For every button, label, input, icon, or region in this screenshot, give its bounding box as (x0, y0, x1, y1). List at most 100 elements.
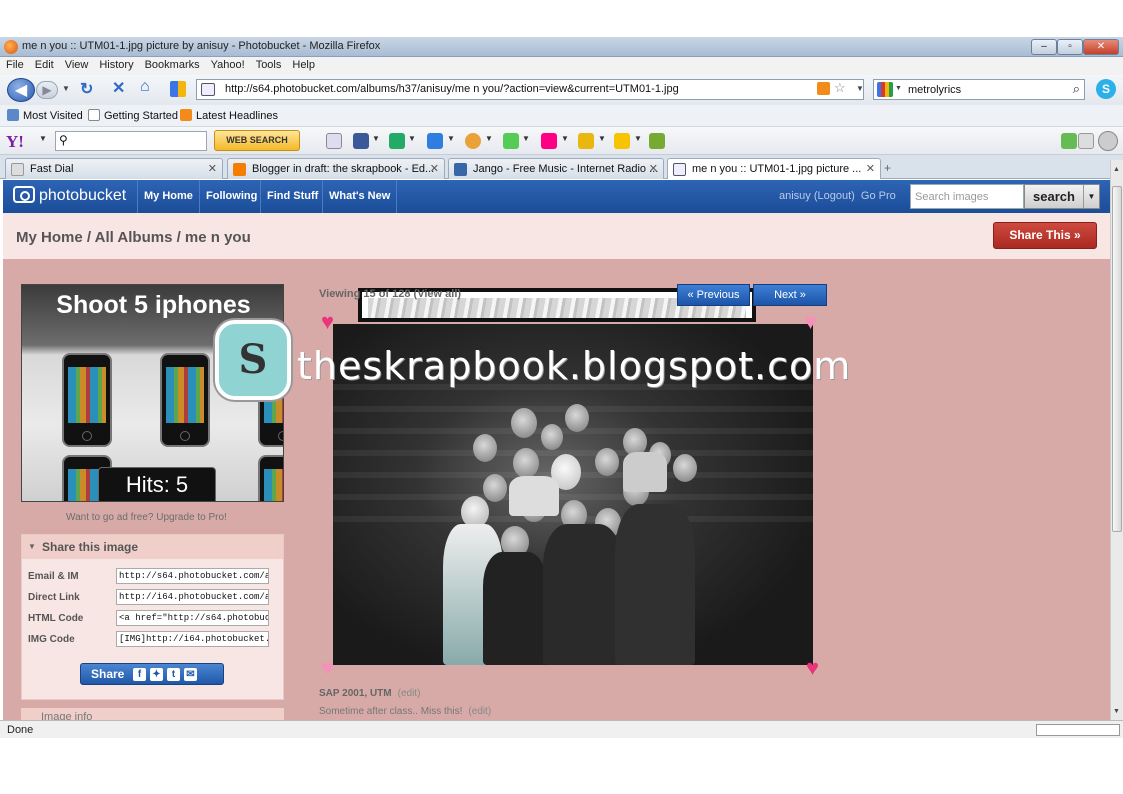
nav-my-home[interactable]: My Home (137, 180, 199, 213)
menu-history[interactable]: History (93, 57, 138, 71)
menu-edit[interactable]: Edit (29, 57, 59, 71)
dropdown-icon[interactable]: ▼ (598, 134, 606, 143)
html-code-field[interactable]: <a href="http://s64.photobucket.com (116, 610, 269, 626)
dropdown-icon[interactable]: ▼ (447, 134, 455, 143)
dropdown-icon[interactable]: ▼ (408, 134, 416, 143)
flickr-icon[interactable] (541, 133, 557, 149)
viewing-counter[interactable]: Viewing 15 of 128 (View all) (319, 288, 461, 300)
web-search-button[interactable]: WEB SEARCH (214, 130, 300, 151)
photobucket-logo[interactable]: photobucket (13, 186, 126, 205)
menu-view[interactable]: View (59, 57, 94, 71)
edit-title-link[interactable]: (edit) (398, 688, 421, 699)
facebook-icon[interactable] (353, 133, 369, 149)
vertical-scrollbar[interactable]: ▲ ▼ (1110, 160, 1123, 720)
home-icon[interactable]: ⌂ (140, 78, 150, 96)
answers-icon[interactable] (614, 133, 630, 149)
finance-icon[interactable] (503, 133, 519, 149)
dropdown-icon[interactable]: ▼ (522, 134, 530, 143)
nav-whats-new[interactable]: What's New (322, 180, 398, 213)
scroll-down-icon[interactable]: ▼ (1113, 708, 1120, 715)
edit-description-link[interactable]: (edit) (468, 706, 491, 717)
person (473, 434, 497, 462)
gear-icon[interactable] (1098, 131, 1118, 151)
yahoo-logo[interactable]: Y! (6, 132, 24, 152)
close-tab-icon[interactable]: ✕ (430, 162, 439, 175)
bookmark-star-icon[interactable]: ☆ (834, 80, 846, 96)
email-im-field[interactable]: http://s64.photobucket.com/albums/h (116, 568, 269, 584)
menu-tools[interactable]: Tools (250, 57, 287, 71)
toolbar-extra-icon[interactable] (649, 133, 665, 149)
breadcrumb[interactable]: My Home / All Albums / me n you (16, 229, 251, 246)
photobucket-search-input[interactable]: Search images (910, 184, 1024, 209)
logout-link[interactable]: (Logout) (814, 190, 855, 202)
close-tab-icon[interactable]: ✕ (866, 162, 875, 175)
skype-icon[interactable]: S (1096, 79, 1116, 99)
bookmark-most-visited[interactable]: Most Visited (7, 109, 83, 122)
tab-fast-dial[interactable]: Fast Dial ✕ (5, 158, 223, 179)
previous-button[interactable]: « Previous (677, 284, 750, 306)
direct-link-field[interactable]: http://i64.photobucket.com/albums/h (116, 589, 269, 605)
share-panel-heading[interactable]: Share this image (22, 535, 283, 559)
browser-search-input[interactable]: ▼ metrolyrics ⌕ (873, 79, 1085, 100)
maximize-button[interactable]: ▫ (1057, 39, 1083, 55)
menu-help[interactable]: Help (286, 57, 320, 71)
chevron-down-icon[interactable]: ▼ (1083, 185, 1099, 208)
forward-button[interactable]: ▶ (36, 81, 58, 99)
news-icon[interactable] (389, 133, 405, 149)
engine-dropdown-icon[interactable]: ▼ (895, 85, 902, 92)
search-icon[interactable]: ⌕ (1073, 81, 1080, 97)
url-text[interactable]: http://s64.photobucket.com/albums/h37/an… (225, 83, 679, 95)
close-tab-icon[interactable]: ✕ (208, 162, 217, 175)
stop-icon[interactable]: ✕ (112, 78, 125, 98)
img-code-field[interactable]: [IMG]http://i64.photobucket.com/alb (116, 631, 269, 647)
share-button[interactable]: Share f ✦ t ✉ (80, 663, 224, 685)
share-this-button[interactable]: Share This » (993, 222, 1097, 249)
close-tab-icon[interactable]: ✕ (649, 162, 658, 175)
weather-icon[interactable] (465, 133, 481, 149)
menu-bookmarks[interactable]: Bookmarks (139, 57, 205, 71)
dropdown-icon[interactable]: ▼ (485, 134, 493, 143)
bookmark-latest-headlines[interactable]: Latest Headlines (180, 109, 278, 122)
yahoo-dropdown-icon[interactable]: ▼ (39, 134, 47, 143)
tab-photobucket[interactable]: me n you :: UTM01-1.jpg picture ... ✕ (667, 158, 881, 179)
new-tab-button[interactable]: + (884, 161, 891, 175)
yahoo-search-input[interactable]: ⚲ (55, 131, 207, 151)
back-button[interactable]: ◀ (7, 78, 35, 102)
next-button[interactable]: Next » (753, 284, 827, 306)
address-bar[interactable]: http://s64.photobucket.com/albums/h37/an… (196, 79, 864, 100)
dropdown-icon[interactable]: ▼ (561, 134, 569, 143)
image-info-heading[interactable]: Image info (21, 708, 284, 720)
close-window-button[interactable]: ✕ (1083, 39, 1119, 55)
rss-feed-icon[interactable] (817, 82, 830, 95)
dropdown-icon[interactable]: ▼ (372, 134, 380, 143)
menu-file[interactable]: File (0, 57, 29, 71)
search-query[interactable]: metrolyrics (908, 84, 961, 96)
reload-icon[interactable]: ↻ (80, 79, 93, 99)
scroll-up-icon[interactable]: ▲ (1113, 166, 1120, 173)
nav-following[interactable]: Following (199, 180, 263, 213)
folder-icon (7, 109, 19, 121)
scroll-left-icon[interactable] (1078, 133, 1094, 149)
bookmark-getting-started[interactable]: Getting Started (88, 109, 178, 122)
mail-icon[interactable] (427, 133, 443, 149)
url-dropdown-icon[interactable]: ▼ (856, 84, 864, 93)
tab-blogger[interactable]: Blogger in draft: the skrapbook - Ed... … (227, 158, 445, 179)
ad-free-upsell[interactable]: Want to go ad free? Upgrade to Pro! (66, 512, 227, 523)
search-button[interactable]: search ▼ (1024, 184, 1100, 209)
add-button-icon[interactable] (1061, 133, 1077, 149)
menu-yahoo[interactable]: Yahoo! (205, 57, 250, 71)
go-pro-link[interactable]: Go Pro (861, 190, 896, 202)
username[interactable]: anisuy (779, 190, 811, 202)
watermark-logo: S (215, 320, 291, 400)
toolbar-settings-icon[interactable] (326, 133, 342, 149)
nav-find-stuff[interactable]: Find Stuff (260, 180, 324, 213)
scrollbar-thumb[interactable] (1112, 186, 1122, 532)
games-icon[interactable] (578, 133, 594, 149)
google-icon[interactable] (877, 82, 893, 97)
tab-jango[interactable]: Jango - Free Music - Internet Radio ... … (448, 158, 664, 179)
minimize-button[interactable]: – (1031, 39, 1057, 55)
speed-dial-icon[interactable] (170, 81, 186, 97)
dropdown-icon[interactable]: ▼ (634, 134, 642, 143)
yahoo-toolbar: Y! ▼ ⚲ WEB SEARCH ▼ ▼ ▼ ▼ ▼ ▼ ▼ ▼ (0, 127, 1123, 155)
history-dropdown-icon[interactable]: ▼ (62, 84, 70, 93)
